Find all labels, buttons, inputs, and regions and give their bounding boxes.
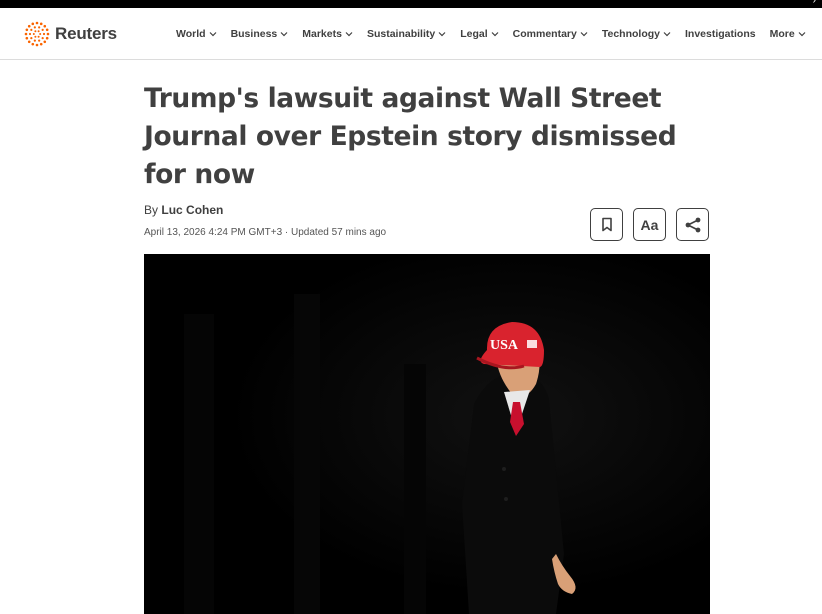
logo-dot [30, 37, 33, 40]
logo-dot [31, 42, 35, 46]
logo-dot [25, 36, 29, 40]
logo-dot [25, 28, 29, 32]
bookmark-icon [601, 217, 612, 232]
logo-dot [32, 33, 35, 35]
nav-item-label: World [176, 28, 206, 40]
author-link[interactable]: Luc Cohen [161, 203, 223, 217]
nav-item-label: Markets [302, 28, 342, 40]
article-photo[interactable]: USA [144, 254, 710, 614]
logo-dot [27, 40, 31, 44]
logo-dot [38, 39, 41, 42]
top-bar-chevron-icon: › [812, 0, 816, 6]
byline: By Luc Cohen [144, 203, 223, 217]
logo-dot [33, 26, 36, 29]
article-dateline: April 13, 2026 4:24 PM GMT+3 · Updated 5… [144, 227, 387, 238]
logo-dot [45, 36, 49, 40]
logo-dot [39, 42, 43, 46]
article-actions: Aa [590, 208, 709, 241]
logo-dot [39, 33, 42, 35]
logo-dot [43, 40, 47, 44]
chevron-down-icon [438, 32, 446, 37]
logo-text: Reuters [55, 24, 117, 43]
nav-item-label: More [769, 28, 795, 40]
nav-item-label: Investigations [684, 28, 756, 40]
logo-dot [39, 22, 43, 26]
logo-dot [41, 37, 44, 40]
chevron-down-icon [280, 32, 288, 37]
nav-item-more[interactable]: More [770, 28, 806, 40]
logo-dot [34, 35, 37, 38]
logo-dot [30, 28, 33, 31]
nav-item-sustainability[interactable]: Sustainability [367, 28, 446, 40]
top-black-bar: › [0, 0, 822, 8]
logo-dot [42, 32, 46, 36]
reuters-logo-icon [24, 21, 50, 47]
reuters-logo[interactable]: Reuters [24, 20, 117, 48]
chevron-down-icon [798, 32, 806, 37]
nav-item-label: Commentary [512, 28, 577, 40]
byline-prefix: By [144, 203, 159, 217]
text-size-button[interactable]: Aa [633, 208, 666, 241]
logo-dot [46, 32, 50, 36]
logo-dot [24, 32, 28, 36]
nav-item-commentary[interactable]: Commentary [513, 28, 588, 40]
article-headline: Trump's lawsuit against Wall Street Jour… [144, 83, 677, 190]
nav-item-label: Legal [460, 28, 488, 40]
main-nav: World Business Markets Sustainability Legal C… [176, 16, 820, 52]
chevron-down-icon [491, 32, 499, 37]
logo-dot [43, 24, 47, 28]
site-header: Reuters World Business Markets Sustainabili… [0, 8, 822, 60]
logo-dot [35, 21, 39, 25]
text-size-label: Aa [640, 216, 659, 233]
logo-dot [37, 30, 40, 33]
share-icon [685, 217, 700, 232]
nav-item-business[interactable]: Business [231, 28, 289, 40]
logo-dot [28, 32, 32, 36]
chevron-down-icon [580, 32, 588, 37]
chevron-down-icon [345, 32, 353, 37]
nav-item-label: Business [230, 28, 278, 40]
photo-illustration: USA [144, 254, 710, 614]
share-button[interactable] [676, 208, 709, 241]
nav-item-label: Technology [601, 28, 660, 40]
chevron-down-icon [209, 32, 216, 37]
nav-item-investigations[interactable]: Investigations [685, 28, 756, 40]
logo-dot [41, 28, 44, 31]
logo-dot [27, 24, 31, 28]
logo-dot [33, 39, 36, 42]
logo-dot [31, 22, 35, 26]
cap-text: USA [490, 338, 519, 353]
nav-item-world[interactable]: World [176, 28, 217, 40]
logo-dot [34, 30, 37, 33]
nav-item-label: Sustainability [366, 28, 436, 40]
logo-dot [37, 35, 40, 38]
logo-dot [35, 43, 39, 47]
logo-dot [45, 28, 49, 32]
chevron-down-icon [663, 32, 671, 37]
bookmark-button[interactable] [590, 208, 623, 241]
logo-dot [38, 26, 41, 29]
nav-item-technology[interactable]: Technology [602, 28, 671, 40]
nav-item-legal[interactable]: Legal [460, 28, 499, 40]
nav-item-markets[interactable]: Markets [302, 28, 353, 40]
